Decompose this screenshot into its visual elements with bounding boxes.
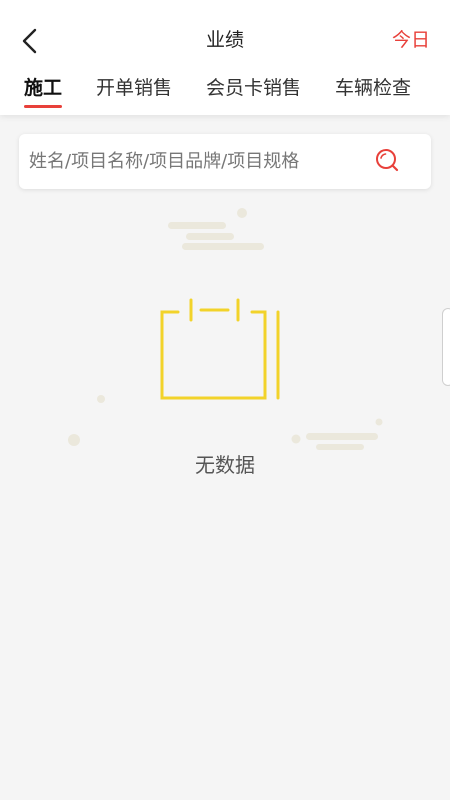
search-bar: [19, 134, 431, 189]
tab-active-indicator: [24, 105, 63, 108]
app-header: 业绩 今日 施工 开单销售 会员卡销售 车辆检查: [0, 0, 450, 115]
search-icon[interactable]: [373, 146, 405, 178]
cloud-decoration-left: [68, 395, 105, 446]
tab-label: 车辆检查: [335, 77, 412, 99]
tab-order-sales[interactable]: 开单销售: [96, 74, 172, 102]
tab-vehicle-inspection[interactable]: 车辆检查: [335, 74, 411, 102]
empty-state-text: 无数据: [195, 453, 255, 477]
cloud-decoration-right: [291, 418, 383, 450]
tab-label: 会员卡销售: [206, 77, 302, 99]
floating-side-handle[interactable]: [442, 308, 450, 386]
today-button[interactable]: 今日: [392, 27, 430, 53]
tab-label: 开单销售: [96, 77, 173, 99]
tab-member-card-sales[interactable]: 会员卡销售: [206, 74, 301, 102]
tab-construction[interactable]: 施工: [24, 74, 63, 108]
tab-label: 施工: [24, 77, 63, 99]
search-input[interactable]: [29, 142, 369, 180]
cloud-decoration-top: [168, 208, 264, 250]
empty-clipboard-icon: [68, 208, 383, 450]
clipboard-outline: [160, 298, 280, 400]
page-title: 业绩: [205, 29, 244, 51]
tab-bar: 施工 开单销售 会员卡销售 车辆检查: [0, 74, 450, 108]
